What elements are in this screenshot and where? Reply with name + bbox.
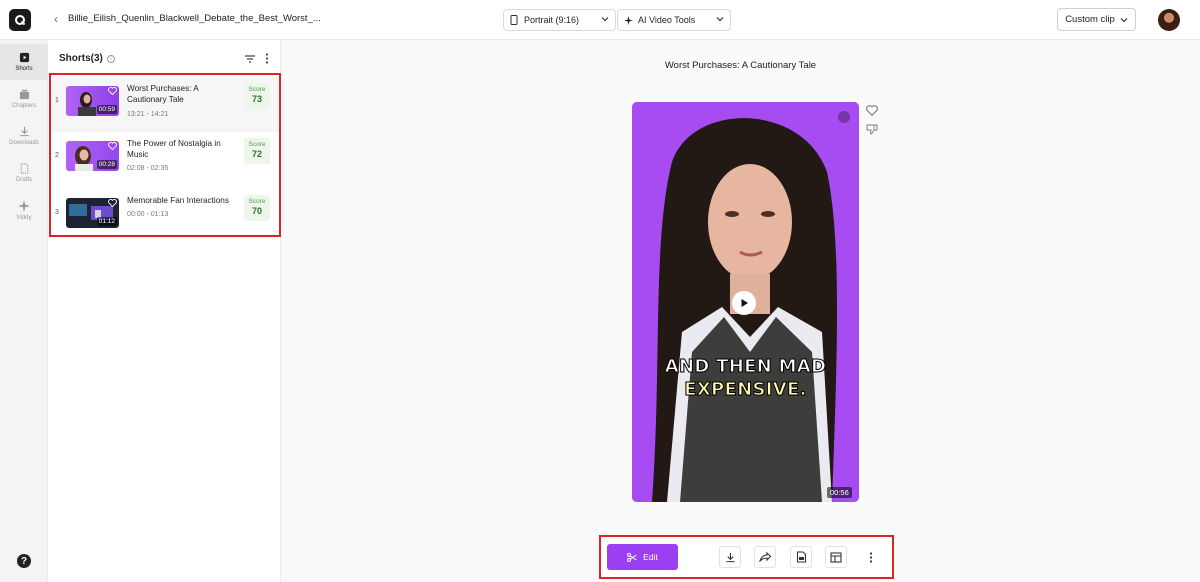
chevron-down-icon xyxy=(716,17,724,22)
transcript-button[interactable] xyxy=(790,546,812,568)
app-logo[interactable] xyxy=(9,9,31,31)
play-button[interactable] xyxy=(732,291,756,315)
sparkle-icon xyxy=(624,15,633,25)
download-icon xyxy=(19,126,29,137)
custom-clip-button[interactable]: Custom clip xyxy=(1057,8,1136,31)
user-avatar[interactable] xyxy=(1158,9,1180,31)
nav-chapters[interactable]: Chapters xyxy=(0,81,48,117)
nav-drafts-label: Drafts xyxy=(15,177,32,183)
more-vertical-icon[interactable] xyxy=(265,53,269,64)
edit-button[interactable]: Edit xyxy=(607,544,678,570)
clip-action-toolbar: Edit xyxy=(599,535,894,579)
drafts-icon xyxy=(20,163,28,174)
video-badge-icon xyxy=(838,111,850,123)
shorts-heading: Shorts(3) i xyxy=(59,53,115,64)
nav-viddy-label: Viddy xyxy=(16,214,32,221)
highlight-box xyxy=(49,73,281,237)
left-nav-rail: Shorts Chapters Downloads Drafts Viddy xyxy=(0,40,48,582)
shorts-heading-text: Shorts(3) xyxy=(59,53,103,64)
help-icon[interactable]: ? xyxy=(17,554,31,568)
share-button[interactable] xyxy=(754,546,776,568)
nav-viddy[interactable]: Viddy xyxy=(0,192,48,228)
layout-icon xyxy=(830,551,842,563)
info-icon[interactable]: i xyxy=(106,54,115,63)
chapters-icon xyxy=(19,89,29,100)
download-icon xyxy=(725,552,735,562)
nav-drafts[interactable]: Drafts xyxy=(0,155,48,191)
scissors-icon xyxy=(627,552,637,562)
video-duration: 00:56 xyxy=(827,487,852,498)
dislike-icon[interactable] xyxy=(866,124,878,135)
more-options-button[interactable] xyxy=(860,546,882,568)
caption-line-2: EXPENSIVE. xyxy=(684,379,807,401)
preview-title: Worst Purchases: A Cautionary Tale xyxy=(664,60,817,71)
edit-label: Edit xyxy=(643,552,658,562)
more-vertical-icon xyxy=(869,551,873,563)
custom-clip-label: Custom clip xyxy=(1065,14,1115,25)
download-button[interactable] xyxy=(719,546,741,568)
share-icon xyxy=(759,552,771,562)
aspect-ratio-dropdown[interactable]: Portrait (9:16) xyxy=(503,9,616,31)
document-icon xyxy=(796,551,806,563)
chevron-down-icon xyxy=(601,17,609,22)
nav-downloads-label: Downloads xyxy=(9,140,39,146)
back-chevron-icon[interactable]: ‹ xyxy=(54,12,58,26)
portrait-icon xyxy=(510,15,518,25)
project-title: Billie_Eilish_Quenlin_Blackwell_Debate_t… xyxy=(68,13,321,24)
heart-icon[interactable] xyxy=(866,105,878,116)
shorts-icon xyxy=(19,52,29,63)
top-bar: ‹ Billie_Eilish_Quenlin_Blackwell_Debate… xyxy=(0,0,1200,40)
aspect-ratio-value: Portrait (9:16) xyxy=(524,15,580,25)
chevron-down-icon xyxy=(1120,17,1128,22)
sparkle-icon xyxy=(18,199,30,212)
layout-button[interactable] xyxy=(825,546,847,568)
ai-video-tools-dropdown[interactable]: AI Video Tools xyxy=(617,9,731,31)
ai-video-tools-label: AI Video Tools xyxy=(638,15,696,25)
nav-downloads[interactable]: Downloads xyxy=(0,118,48,154)
nav-chapters-label: Chapters xyxy=(11,103,37,109)
play-icon xyxy=(741,299,748,307)
nav-shorts[interactable]: Shorts xyxy=(0,44,48,80)
nav-shorts-label: Shorts xyxy=(15,66,33,72)
filter-icon[interactable] xyxy=(245,55,255,63)
caption-line-1: AND THEN MAD xyxy=(664,356,827,378)
